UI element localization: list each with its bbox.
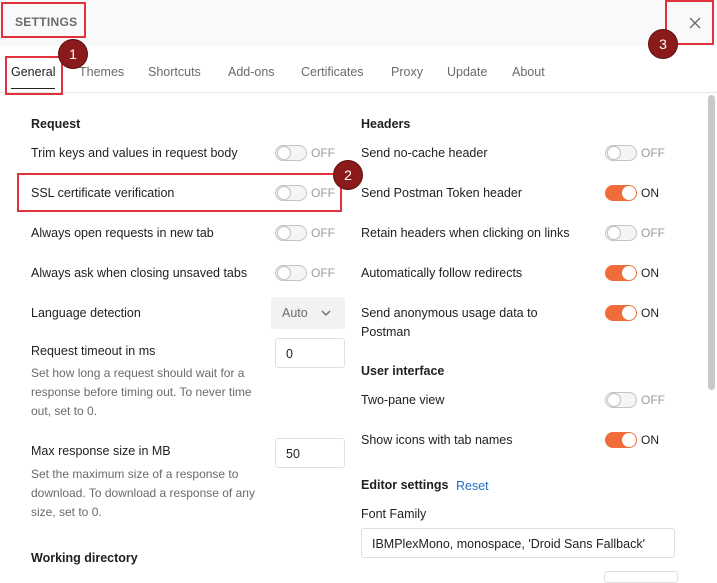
toggle-knob	[277, 266, 291, 280]
toggle-knob	[622, 433, 636, 447]
toggle-knob	[607, 393, 621, 407]
nocache-state: OFF	[641, 146, 665, 160]
twopane-label: Two-pane view	[361, 393, 445, 407]
trim-state: OFF	[311, 146, 335, 160]
redirects-state: ON	[641, 266, 659, 280]
working-directory-heading: Working directory	[31, 551, 138, 565]
icons-toggle[interactable]	[605, 432, 637, 448]
maxsize-input[interactable]: 50	[275, 438, 345, 468]
maxsize-label: Max response size in MB	[31, 444, 171, 458]
askclose-toggle[interactable]	[275, 265, 307, 281]
anon-label: Send anonymous usage data to Postman	[361, 306, 538, 339]
askclose-state: OFF	[311, 266, 335, 280]
twopane-state: OFF	[641, 393, 665, 407]
font-family-input[interactable]: IBMPlexMono, monospace, 'Droid Sans Fall…	[361, 528, 675, 558]
redirects-label: Automatically follow redirects	[361, 266, 523, 280]
tab-add-ons[interactable]: Add-ons	[228, 65, 275, 79]
tab-themes[interactable]: Themes	[79, 65, 124, 79]
token-toggle[interactable]	[605, 185, 637, 201]
toggle-knob	[622, 266, 636, 280]
trim-toggle[interactable]	[275, 145, 307, 161]
toggle-knob	[277, 226, 291, 240]
reset-link[interactable]: Reset	[456, 479, 489, 493]
next-field-input[interactable]	[604, 571, 678, 583]
nocache-toggle[interactable]	[605, 145, 637, 161]
timeout-description: Set how long a request should wait for a…	[31, 366, 252, 418]
language-label: Language detection	[31, 306, 141, 320]
twopane-toggle[interactable]	[605, 392, 637, 408]
annotation-badge-3: 3	[649, 30, 677, 58]
maxsize-description: Set the maximum size of a response to do…	[31, 467, 255, 519]
askclose-label: Always ask when closing unsaved tabs	[31, 266, 248, 280]
timeout-label: Request timeout in ms	[31, 344, 156, 358]
retain-label: Retain headers when clicking on links	[361, 226, 570, 240]
request-heading: Request	[31, 117, 81, 131]
language-select[interactable]: Auto	[271, 297, 345, 329]
anon-toggle[interactable]	[605, 305, 637, 321]
token-label: Send Postman Token header	[361, 186, 522, 200]
tab-certificates[interactable]: Certificates	[301, 65, 364, 79]
token-state: ON	[641, 186, 659, 200]
headers-heading: Headers	[361, 117, 411, 131]
toggle-knob	[607, 226, 621, 240]
newtab-state: OFF	[311, 226, 335, 240]
tab-update[interactable]: Update	[447, 65, 487, 79]
annotation-box-general-tab	[5, 56, 63, 95]
icons-state: ON	[641, 433, 659, 447]
annotation-badge-1: 1	[59, 40, 87, 68]
icons-label: Show icons with tab names	[361, 433, 513, 447]
retain-toggle[interactable]	[605, 225, 637, 241]
ui-heading: User interface	[361, 364, 445, 378]
chevron-down-icon	[321, 310, 331, 316]
nocache-label: Send no-cache header	[361, 146, 488, 160]
annotation-box-ssl	[17, 173, 342, 212]
scrollbar-thumb[interactable]	[708, 95, 715, 390]
toggle-knob	[622, 306, 636, 320]
newtab-toggle[interactable]	[275, 225, 307, 241]
annotation-box-title	[1, 2, 86, 38]
language-value: Auto	[282, 306, 308, 320]
tab-shortcuts[interactable]: Shortcuts	[148, 65, 201, 79]
tab-proxy[interactable]: Proxy	[391, 65, 423, 79]
retain-state: OFF	[641, 226, 665, 240]
toggle-knob	[277, 146, 291, 160]
font-family-label: Font Family	[361, 507, 427, 521]
tab-about[interactable]: About	[512, 65, 545, 79]
newtab-label: Always open requests in new tab	[31, 226, 214, 240]
toggle-knob	[607, 146, 621, 160]
title-bar: SETTINGS	[0, 0, 717, 46]
timeout-input[interactable]: 0	[275, 338, 345, 368]
redirects-toggle[interactable]	[605, 265, 637, 281]
settings-tabs: General Themes Shortcuts Add-ons Certifi…	[0, 46, 717, 93]
trim-label: Trim keys and values in request body	[31, 146, 238, 160]
editor-heading: Editor settings	[361, 478, 449, 492]
toggle-knob	[622, 186, 636, 200]
anon-state: ON	[641, 306, 659, 320]
annotation-badge-2: 2	[334, 161, 362, 189]
